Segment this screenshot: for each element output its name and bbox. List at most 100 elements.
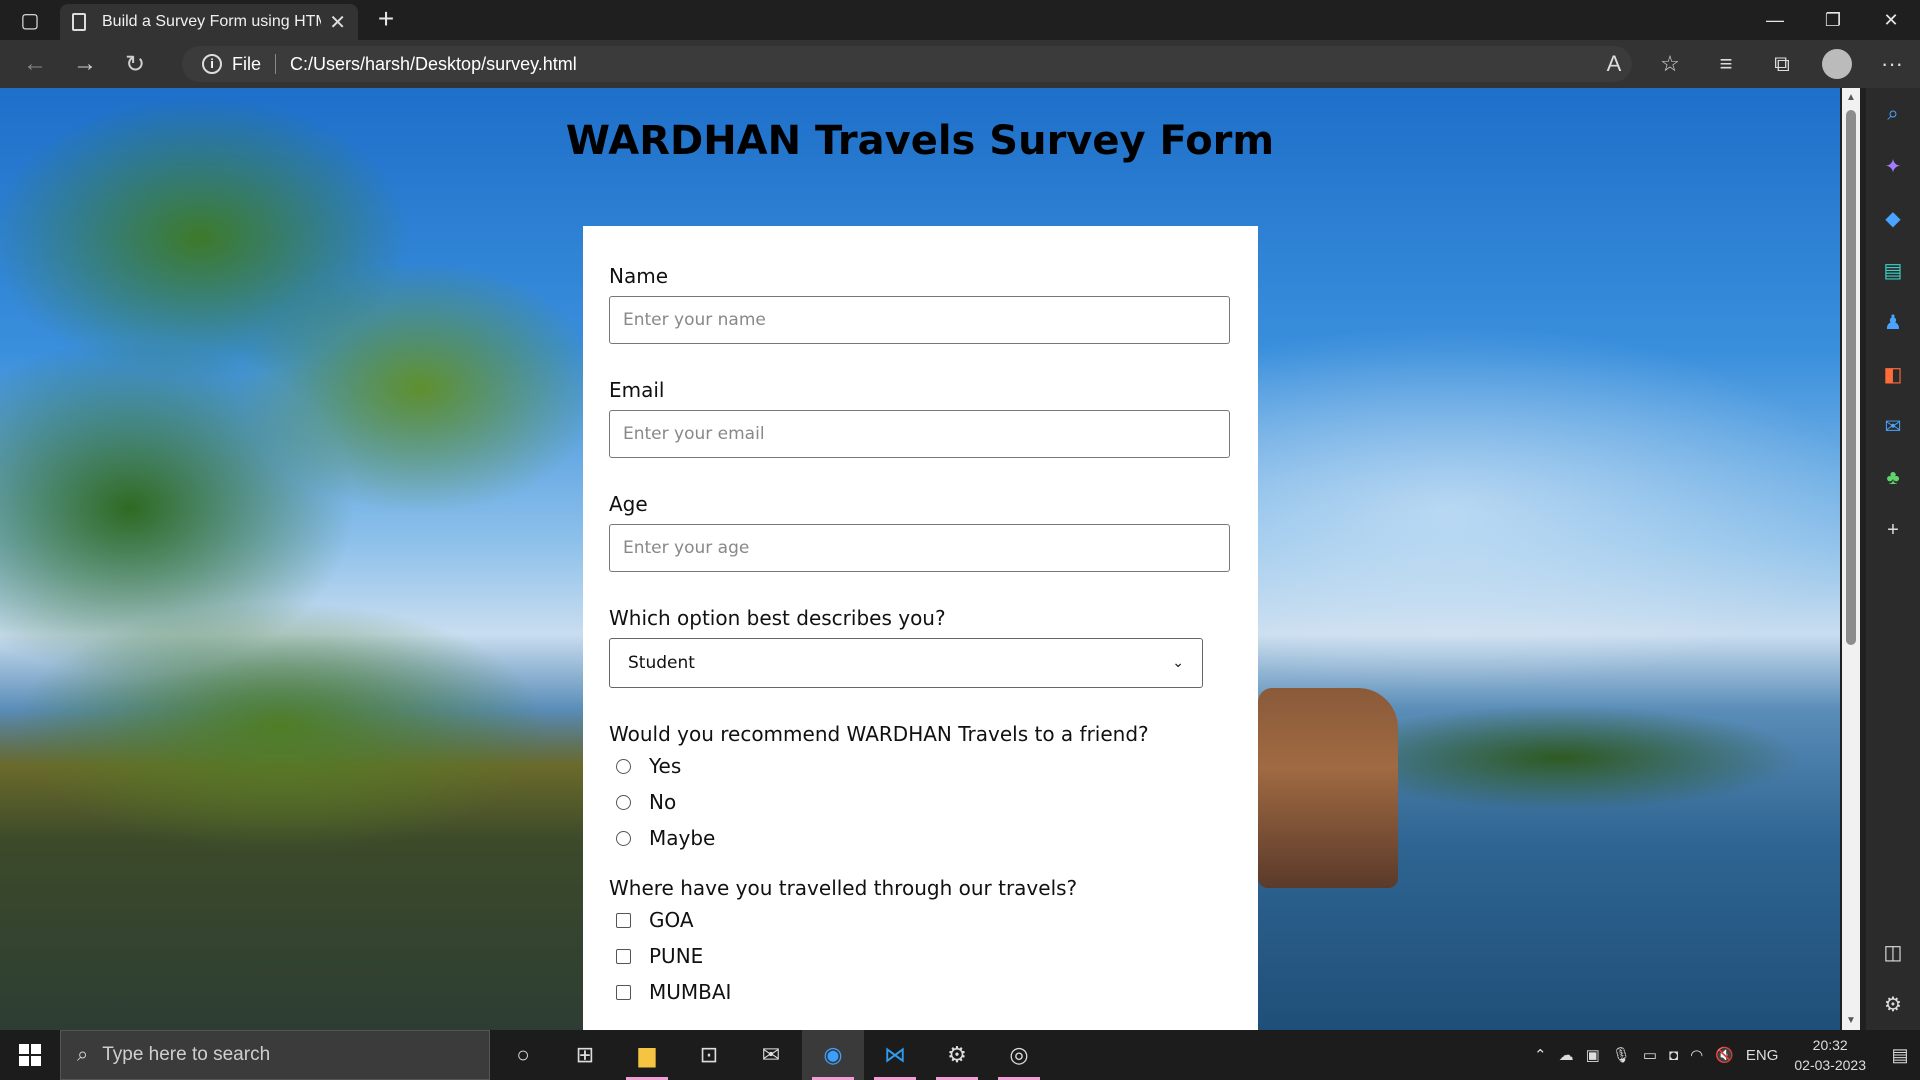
email-placeholder: Enter your email (623, 424, 765, 444)
outlook-icon[interactable]: ✉ (1866, 400, 1920, 452)
checkbox-option-goa[interactable]: GOA (609, 902, 1232, 938)
file-explorer-icon[interactable]: ▆ (616, 1030, 678, 1080)
name-input[interactable]: Enter your name (609, 296, 1230, 344)
battery-icon[interactable]: ▭ (1643, 1046, 1657, 1064)
toolbox-icon[interactable]: ▤ (1866, 244, 1920, 296)
refresh-button[interactable]: ↻ (110, 40, 160, 88)
radio-label: Yes (649, 754, 682, 778)
clock[interactable]: 20:32 02-03-2023 (1794, 1035, 1866, 1075)
name-label: Name (609, 264, 669, 288)
tree-icon[interactable]: ♣ (1866, 452, 1920, 504)
radio-option-no[interactable]: No (609, 784, 1232, 820)
language-indicator[interactable]: ENG (1746, 1047, 1779, 1064)
office-icon[interactable]: ◧ (1866, 348, 1920, 400)
settings-more-icon[interactable]: ··· (1864, 40, 1920, 88)
checkbox-label: MUMBAI (649, 980, 732, 1004)
profile-avatar[interactable] (1822, 49, 1852, 79)
address-url: C:/Users/harsh/Desktop/survey.html (290, 53, 577, 74)
page-viewport: WARDHAN Travels Survey Form Name Enter y… (0, 88, 1840, 1030)
checkbox[interactable] (616, 912, 631, 928)
mail-icon[interactable]: ✉ (740, 1030, 802, 1080)
checkbox-label: GOA (649, 908, 694, 932)
tab-actions-icon[interactable]: ▢ (0, 0, 60, 40)
search-icon[interactable]: ⌕ (1866, 88, 1920, 140)
add-icon[interactable]: + (1866, 504, 1920, 556)
vscode-icon[interactable]: ⋈ (864, 1030, 926, 1080)
games-icon[interactable]: ♟ (1866, 296, 1920, 348)
system-tray: ⌃ ☁ ▣ 🎙 ▭ ◘ ◠ 🔇 ENG 20:32 02-03-2023 ▤ (1528, 1030, 1920, 1080)
edge-sidebar: ⌕ ✦ ◆ ▤ ♟ ◧ ✉ ♣ + ◫ ⚙ (1866, 88, 1920, 1030)
background-houseboat (1258, 688, 1398, 888)
scrollbar-thumb[interactable] (1846, 110, 1856, 645)
volume-muted-icon[interactable]: 🔇 (1715, 1046, 1734, 1064)
radio-label: Maybe (649, 826, 716, 850)
radio-option-yes[interactable]: Yes (609, 748, 1232, 784)
microphone-icon[interactable]: 🎙 (1612, 1046, 1631, 1064)
radio-label: No (649, 790, 677, 814)
add-favorite-icon[interactable]: ☆ (1642, 40, 1698, 88)
store-icon[interactable]: ⊡ (678, 1030, 740, 1080)
new-tab-button[interactable]: + (368, 4, 404, 36)
email-input[interactable]: Enter your email (609, 410, 1230, 458)
task-view-icon[interactable]: ⊞ (554, 1030, 616, 1080)
recorder-icon[interactable]: ◎ (988, 1030, 1050, 1080)
scroll-down-icon[interactable]: ▼ (1846, 1015, 1856, 1026)
recommend-label: Would you recommend WARDHAN Travels to a… (609, 722, 1149, 746)
name-placeholder: Enter your name (623, 310, 766, 330)
radio-button[interactable] (616, 758, 631, 774)
minimize-button[interactable]: — (1746, 0, 1804, 40)
radio-option-maybe[interactable]: Maybe (609, 820, 1232, 856)
notification-icon[interactable]: ▤ (1880, 1030, 1920, 1080)
close-window-button[interactable]: ✕ (1862, 0, 1920, 40)
camera-icon[interactable]: ▣ (1586, 1046, 1600, 1064)
radio-button[interactable] (616, 830, 631, 846)
address-separator (275, 54, 277, 74)
settings-icon[interactable]: ⚙ (926, 1030, 988, 1080)
screen-record-icon[interactable]: ◘ (1669, 1047, 1678, 1064)
restore-button[interactable]: ❐ (1804, 0, 1862, 40)
start-button[interactable] (0, 1030, 60, 1080)
tab-title: Build a Survey Form using HTML (102, 13, 322, 30)
checkbox-option-pune[interactable]: PUNE (609, 938, 1232, 974)
close-tab-icon[interactable]: ✕ (329, 10, 346, 35)
tag-icon[interactable]: ◆ (1866, 192, 1920, 244)
survey-form: Name Enter your name Email Enter your em… (583, 226, 1258, 1030)
address-bar[interactable]: i File C:/Users/harsh/Desktop/survey.htm… (182, 46, 1632, 82)
read-aloud-icon[interactable]: A (1586, 40, 1642, 88)
taskbar-apps: ○ ⊞ ▆ ⊡ ✉ ◉ ⋈ ⚙ ◎ (492, 1030, 1050, 1080)
window-controls: — ❐ ✕ (1746, 0, 1920, 40)
describe-selected-value: Student (628, 653, 695, 673)
taskbar-search[interactable]: ⌕ Type here to search (60, 1030, 490, 1080)
edge-icon[interactable]: ◉ (802, 1030, 864, 1080)
wifi-icon[interactable]: ◠ (1690, 1046, 1703, 1064)
sparkle-icon[interactable]: ✦ (1866, 140, 1920, 192)
describe-label: Which option best describes you? (609, 606, 946, 630)
scroll-up-icon[interactable]: ▲ (1846, 92, 1856, 103)
checkbox[interactable] (616, 948, 631, 964)
cloud-icon[interactable]: ☁ (1559, 1046, 1574, 1064)
clock-date: 02-03-2023 (1794, 1057, 1866, 1073)
browser-tab[interactable]: Build a Survey Form using HTML ✕ (60, 4, 358, 40)
age-label: Age (609, 492, 648, 516)
sidebar-toggle-icon[interactable]: ◫ (1866, 926, 1920, 978)
checkbox[interactable] (616, 984, 631, 1000)
chevron-up-icon[interactable]: ⌃ (1534, 1046, 1547, 1064)
favorites-icon[interactable]: ≡ (1698, 40, 1754, 88)
gear-icon[interactable]: ⚙ (1866, 978, 1920, 1030)
describe-select[interactable]: Student ⌄ (609, 638, 1203, 688)
address-prefix: File (232, 53, 262, 74)
taskbar-search-placeholder: Type here to search (102, 1044, 271, 1065)
back-button[interactable]: ← (10, 40, 60, 88)
radio-button[interactable] (616, 794, 631, 810)
search-icon: ⌕ (77, 1043, 89, 1066)
collections-icon[interactable]: ⧉ (1754, 40, 1810, 88)
age-input[interactable]: Enter your age (609, 524, 1230, 572)
clock-time: 20:32 (1812, 1037, 1848, 1053)
cortana-icon[interactable]: ○ (492, 1030, 554, 1080)
info-icon[interactable]: i (202, 54, 222, 74)
taskbar: ⌕ Type here to search ○ ⊞ ▆ ⊡ ✉ ◉ ⋈ ⚙ ◎ … (0, 1030, 1920, 1080)
page-scrollbar[interactable]: ▲ ▼ (1842, 88, 1860, 1030)
forward-button[interactable]: → (60, 40, 110, 88)
age-placeholder: Enter your age (623, 538, 750, 558)
checkbox-option-mumbai[interactable]: MUMBAI (609, 974, 1232, 1010)
